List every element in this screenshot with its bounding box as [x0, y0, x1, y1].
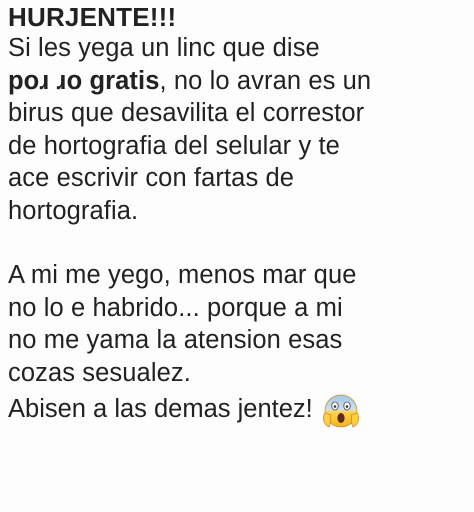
headline: HURJENTE!!!	[8, 2, 177, 32]
p1-line-3: birus que desavilita el correstor	[8, 99, 365, 127]
p1-line-1: Si les yega un linc que dise	[8, 34, 320, 62]
p2-line-3: no me yama la atension esas	[8, 326, 343, 354]
p1-bold-phrase: poɹ ɹo gratis	[8, 66, 160, 95]
paragraph-1: Si les yega un linc que dise poɹ ɹo grat…	[8, 32, 468, 227]
closing-line: Abisen a las demas jentez!	[8, 389, 468, 429]
paragraph-2: A mi me yego, menos mar que no lo e habr…	[8, 259, 468, 389]
p2-line-1: A mi me yego, menos mar que	[8, 261, 357, 289]
face-screaming-in-fear-icon	[321, 391, 361, 431]
p1-line-2-rest: , no lo avran es un	[159, 66, 372, 95]
p2-line-4: cozas sesualez.	[8, 358, 191, 387]
p2-line-2: no lo e habrido... porque a mi	[8, 293, 343, 322]
closing-text: Abisen a las demas jentez!	[8, 394, 313, 423]
p1-line-5: ace escrivir con fartas de	[8, 164, 295, 192]
p1-line-6: hortografia.	[8, 196, 139, 225]
meme-text-card: HURJENTE!!! Si les yega un linc que dise…	[0, 0, 474, 512]
p1-line-4: de hortografia del selular y te	[8, 131, 340, 160]
